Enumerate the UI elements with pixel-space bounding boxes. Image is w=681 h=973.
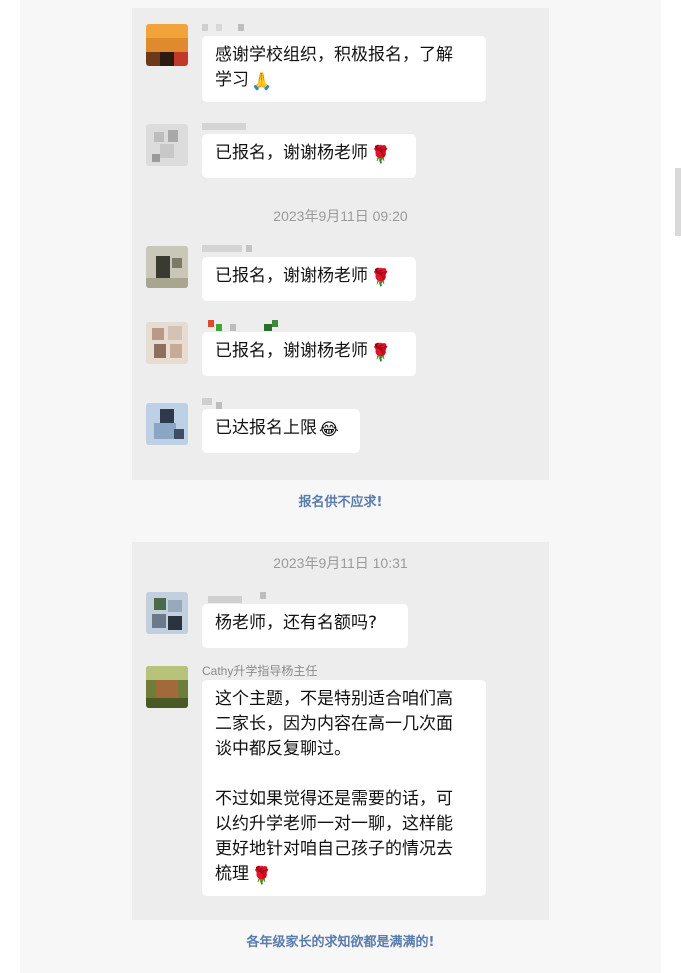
avatar[interactable] bbox=[146, 322, 188, 364]
laughing-tears-icon: 😂 bbox=[319, 420, 339, 440]
sender-name-blurred bbox=[208, 592, 288, 603]
message-bubble[interactable]: 已报名，谢谢杨老师 🌹 bbox=[202, 257, 416, 301]
avatar[interactable] bbox=[146, 246, 188, 288]
message-text: 梳理 bbox=[215, 864, 249, 884]
avatar[interactable] bbox=[146, 24, 188, 66]
rose-icon: 🌹 bbox=[251, 866, 273, 886]
message-bubble[interactable]: 感谢学校组织，积极报名，了解 学习 🙏 bbox=[202, 36, 486, 102]
avatar[interactable] bbox=[146, 666, 188, 708]
caption: 各年级家长的求知欲都是满满的! bbox=[246, 935, 435, 950]
message-text: 已报名，谢谢杨老师 bbox=[215, 341, 368, 361]
rose-icon: 🌹 bbox=[370, 268, 392, 288]
message-bubble[interactable]: 已报名，谢谢杨老师 🌹 bbox=[202, 134, 416, 178]
timestamp: 2023年9月11日 10:31 bbox=[273, 555, 408, 571]
chat-screenshot-1: 感谢学校组织，积极报名，了解 学习 🙏 已报名，谢谢杨老师 🌹 2023年9月11日… bbox=[132, 8, 549, 480]
message-text: 学习 bbox=[215, 70, 249, 90]
caption: 报名供不应求! bbox=[298, 495, 383, 510]
avatar[interactable] bbox=[146, 403, 188, 445]
message-text: 已达报名上限 bbox=[215, 418, 317, 438]
scroll-indicator[interactable] bbox=[675, 168, 681, 236]
rose-icon: 🌹 bbox=[370, 343, 392, 363]
message-text: 二家长，因为内容在高一几次面 bbox=[215, 714, 453, 734]
message-bubble[interactable]: 这个主题，不是特别适合咱们高 二家长，因为内容在高一几次面 谈中都反复聊过。 不… bbox=[202, 680, 486, 896]
message-bubble[interactable]: 杨老师，还有名额吗? bbox=[202, 604, 408, 648]
chat-screenshot-2: 2023年9月11日 10:31 杨老师，还有名额吗? Cathy升学指导杨主任… bbox=[132, 542, 549, 920]
sender-name-blurred bbox=[202, 398, 262, 409]
sender-name-blurred bbox=[202, 24, 262, 32]
message-text: 感谢学校组织，积极报名，了解 bbox=[215, 45, 453, 65]
message-text: 已报名，谢谢杨老师 bbox=[215, 143, 368, 163]
message-text: 不过如果觉得还是需要的话，可 bbox=[215, 789, 453, 809]
message-text: 杨老师，还有名额吗? bbox=[215, 613, 378, 633]
avatar[interactable] bbox=[146, 592, 188, 634]
rose-icon: 🌹 bbox=[370, 145, 392, 165]
message-bubble[interactable]: 已报名，谢谢杨老师 🌹 bbox=[202, 332, 416, 376]
sender-name-blurred bbox=[202, 123, 262, 131]
timestamp: 2023年9月11日 09:20 bbox=[273, 208, 408, 224]
message-text: 更好地针对咱自己孩子的情况去 bbox=[215, 839, 453, 859]
pray-hands-icon: 🙏 bbox=[251, 72, 273, 92]
sender-name-blurred bbox=[202, 245, 262, 253]
sender-name-blurred bbox=[208, 320, 288, 331]
avatar[interactable] bbox=[146, 124, 188, 166]
message-text: 谈中都反复聊过。 bbox=[215, 739, 351, 759]
message-bubble[interactable]: 已达报名上限 😂 bbox=[202, 409, 360, 453]
message-text: 已报名，谢谢杨老师 bbox=[215, 266, 368, 286]
message-text: 这个主题，不是特别适合咱们高 bbox=[215, 689, 453, 709]
message-text: 以约升学老师一对一聊，这样能 bbox=[215, 814, 453, 834]
sender-name: Cathy升学指导杨主任 bbox=[202, 664, 318, 678]
